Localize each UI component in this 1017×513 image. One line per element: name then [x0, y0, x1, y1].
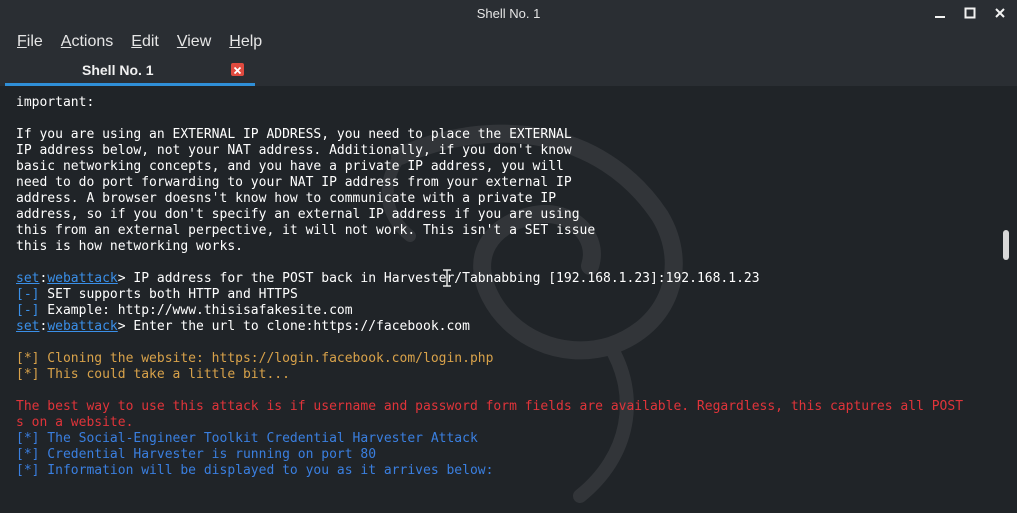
minimize-button[interactable] [931, 4, 949, 22]
window-controls [931, 4, 1009, 22]
menu-actions[interactable]: Actions [52, 28, 122, 56]
tab-label: Shell No. 1 [82, 62, 154, 78]
close-window-button[interactable] [991, 4, 1009, 22]
terminal-segment: webattack [47, 271, 118, 286]
terminal-line: set:webattack> IP address for the POST b… [16, 271, 996, 287]
title-bar[interactable]: Shell No. 1 [0, 0, 1017, 28]
terminal-line: set:webattack> Enter the url to clone:ht… [16, 319, 996, 335]
terminal-line: IP address below, not your NAT address. … [16, 143, 996, 159]
text-cursor-icon [443, 269, 451, 287]
terminal-window: Shell No. 1 File Actions Edit View Help … [0, 0, 1017, 513]
terminal-segment: The best way to use this attack is if us… [16, 399, 964, 414]
terminal-segment: SET supports both HTTP and HTTPS [39, 287, 298, 302]
terminal-line: basic networking concepts, and you have … [16, 159, 996, 175]
terminal-segment: basic networking concepts, and you have … [16, 159, 564, 174]
terminal-segment: If you are using an EXTERNAL IP ADDRESS,… [16, 127, 572, 142]
terminal-line: this is how networking works. [16, 239, 996, 255]
menu-view[interactable]: View [168, 28, 220, 56]
terminal-segment: set [16, 319, 40, 334]
terminal-segment: set [16, 271, 40, 286]
close-tab-icon [233, 62, 242, 78]
terminal-segment: Example: http://www.thisisafakesite.com [39, 303, 353, 318]
terminal-segment: important: [16, 95, 95, 110]
terminal-line: s on a website. [16, 415, 996, 431]
terminal-segment: [*] Information will be displayed to you… [16, 463, 494, 478]
tab-bar: Shell No. 1 [0, 56, 1017, 86]
terminal-segment: [*] This could take a little bit... [16, 367, 290, 382]
terminal-segment: [*] The Social-Engineer Toolkit Credenti… [16, 431, 478, 446]
terminal-segment: address. A browser doesns't know how to … [16, 191, 557, 206]
terminal-segment: [*] Cloning the website: https://login.f… [16, 351, 494, 366]
terminal-segment: [-] [16, 287, 40, 302]
terminal-segment: this is how networking works. [16, 239, 243, 254]
terminal-line: address. A browser doesns't know how to … [16, 191, 996, 207]
terminal-line: [-] Example: http://www.thisisafakesite.… [16, 303, 996, 319]
terminal-segment: address, so if you don't specify an exte… [16, 207, 580, 222]
terminal-line: [*] Credential Harvester is running on p… [16, 447, 996, 463]
terminal-segment: webattack [47, 319, 118, 334]
terminal-line: address, so if you don't specify an exte… [16, 207, 996, 223]
menu-file[interactable]: File [8, 28, 52, 56]
terminal-segment: need to do port forwarding to your NAT I… [16, 175, 572, 190]
terminal-line: [*] Information will be displayed to you… [16, 463, 996, 479]
terminal-segment: IP address below, not your NAT address. … [16, 143, 572, 158]
terminal-line: The best way to use this attack is if us… [16, 399, 996, 415]
tab-shell-1[interactable]: Shell No. 1 [5, 56, 255, 86]
terminal-segment: s on a website. [16, 415, 134, 430]
scrollbar-thumb[interactable] [1003, 230, 1009, 260]
tab-close-button[interactable] [231, 63, 244, 76]
maximize-icon [964, 7, 976, 19]
terminal-output[interactable]: important: If you are using an EXTERNAL I… [0, 86, 1017, 513]
terminal-line: [-] SET supports both HTTP and HTTPS [16, 287, 996, 303]
terminal-segment: > IP address for the POST back in Harves… [117, 271, 760, 286]
terminal-line: need to do port forwarding to your NAT I… [16, 175, 996, 191]
close-icon [994, 7, 1006, 19]
window-title: Shell No. 1 [476, 6, 541, 21]
terminal-line: this from an external perpective, it wil… [16, 223, 996, 239]
maximize-button[interactable] [961, 4, 979, 22]
minimize-icon [934, 7, 946, 19]
terminal-text: important: If you are using an EXTERNAL I… [16, 95, 996, 479]
terminal-segment: [*] Credential Harvester is running on p… [16, 447, 377, 462]
terminal-line: If you are using an EXTERNAL IP ADDRESS,… [16, 127, 996, 143]
terminal-segment: [-] [16, 303, 40, 318]
menu-help[interactable]: Help [220, 28, 271, 56]
terminal-scrollbar[interactable] [1003, 86, 1009, 513]
terminal-line: important: [16, 95, 996, 111]
menu-bar: File Actions Edit View Help [0, 28, 1017, 56]
menu-edit[interactable]: Edit [122, 28, 168, 56]
terminal-segment: this from an external perpective, it wil… [16, 223, 596, 238]
terminal-line: [*] The Social-Engineer Toolkit Credenti… [16, 431, 996, 447]
terminal-line: [*] Cloning the website: https://login.f… [16, 351, 996, 367]
terminal-line: [*] This could take a little bit... [16, 367, 996, 383]
terminal-segment: > Enter the url to clone:https://faceboo… [117, 319, 470, 334]
